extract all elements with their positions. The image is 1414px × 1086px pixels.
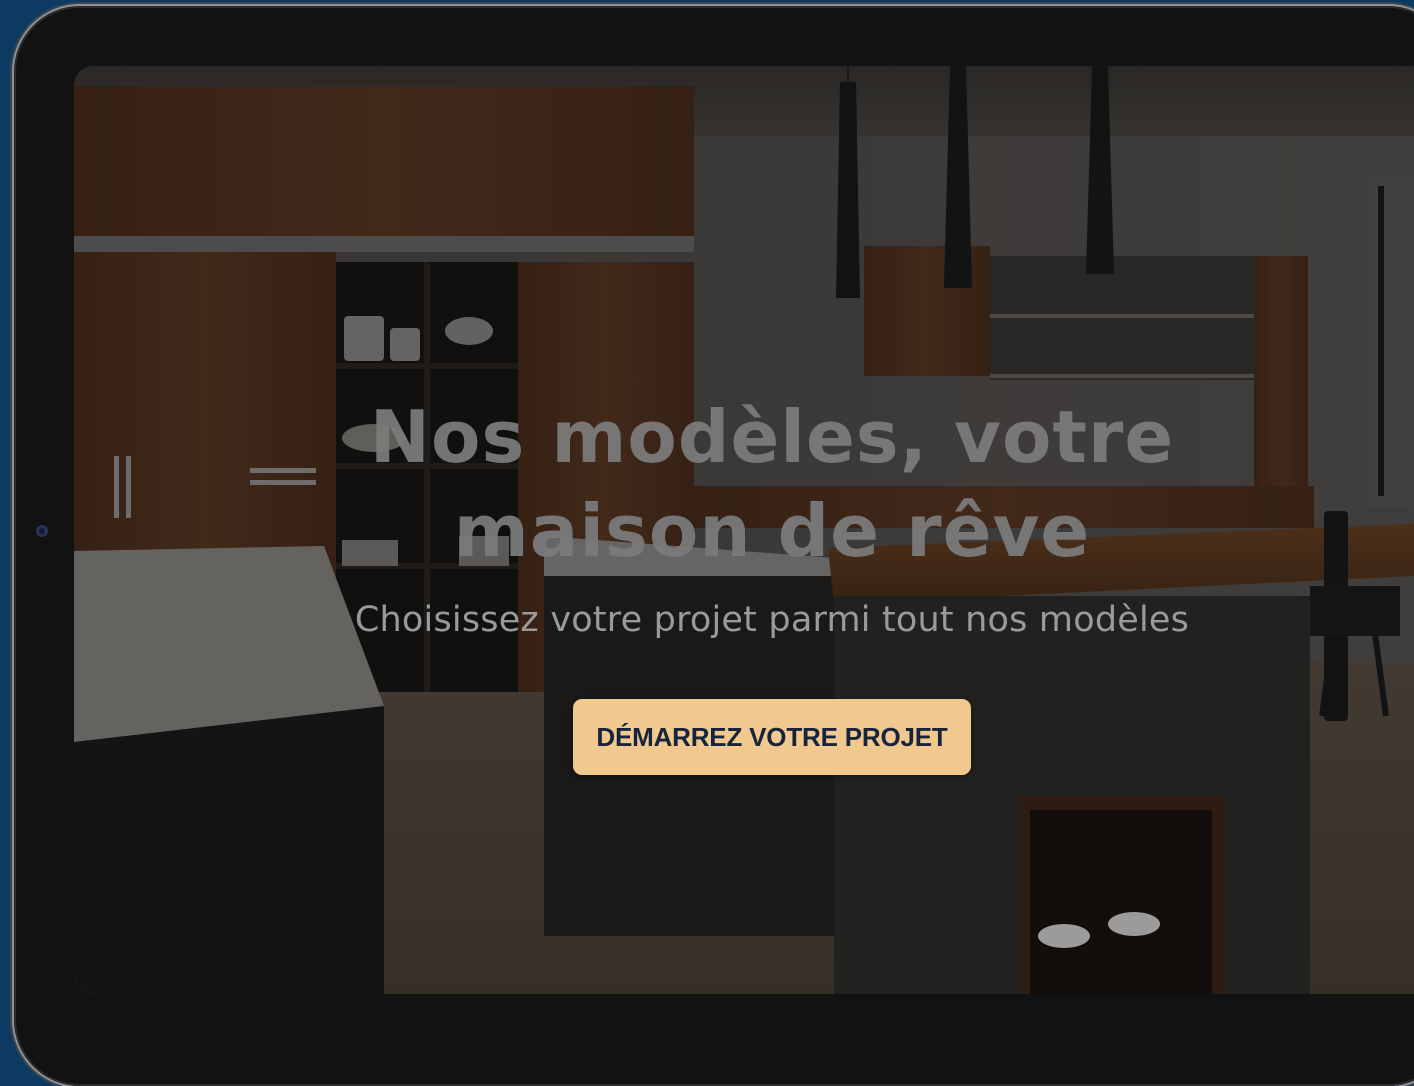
hero-subtitle: Choisissez votre projet parmi tout nos m…	[354, 600, 1190, 640]
hero-section: Nos modèles, votre maison de rêve Choisi…	[74, 66, 1414, 994]
front-camera-icon	[36, 525, 48, 537]
hero-title: Nos modèles, votre maison de rêve	[74, 390, 1414, 578]
start-project-button[interactable]: DÉMARREZ VOTRE PROJET	[573, 699, 971, 775]
tablet-device-frame: Nos modèles, votre maison de rêve Choisi…	[14, 6, 1414, 1086]
start-project-button-label: DÉMARREZ VOTRE PROJET	[596, 721, 948, 752]
hero-title-line-2: maison de rêve	[453, 489, 1091, 573]
hero-title-line-1: Nos modèles, votre	[369, 395, 1175, 479]
